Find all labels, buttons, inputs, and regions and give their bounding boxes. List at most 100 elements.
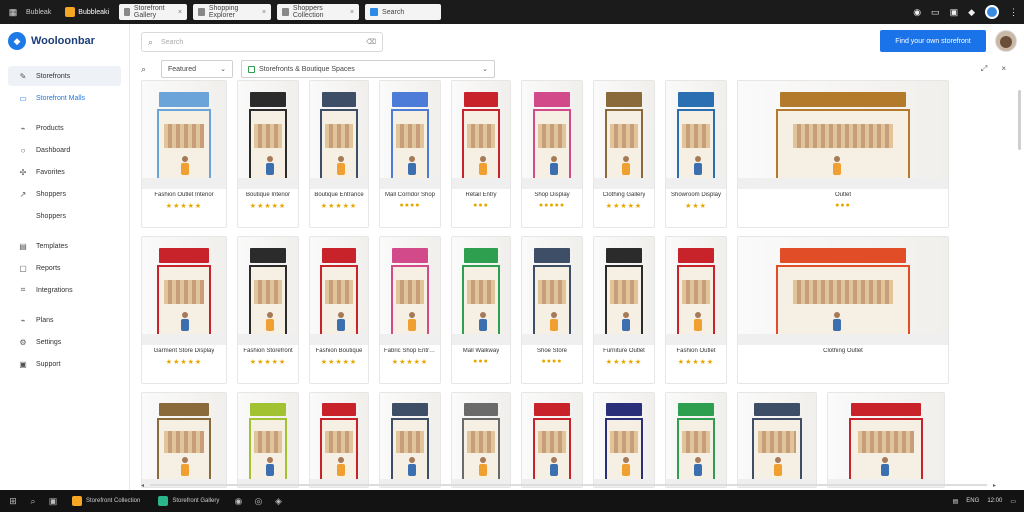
storefront-thumbnail bbox=[738, 393, 816, 487]
sidebar-item-favorites[interactable]: ✣ Favorites bbox=[8, 162, 121, 182]
card-caption: Shoe Store ●●●● bbox=[522, 345, 582, 383]
card-rating: ★★★★★ bbox=[605, 359, 643, 366]
card-rating: ●●● bbox=[473, 202, 489, 209]
network-icon[interactable]: ▤ bbox=[953, 498, 959, 505]
storefront-card[interactable]: Boutique Interior ★★★★★ bbox=[237, 80, 299, 228]
storefront-card[interactable] bbox=[593, 392, 655, 488]
scroll-left-icon[interactable]: ◂ bbox=[141, 482, 144, 489]
tray-lang[interactable]: ENG bbox=[966, 498, 979, 504]
clear-icon[interactable]: ⌫ bbox=[366, 38, 376, 46]
card-caption: Garment Store Display ★★★★★ bbox=[142, 345, 226, 383]
storefront-card[interactable] bbox=[141, 392, 227, 488]
sidebar-item-support[interactable]: ▣ Support bbox=[8, 354, 121, 374]
sidebar-item-templates[interactable]: ▤ Templates bbox=[8, 236, 121, 256]
storefront-card[interactable] bbox=[665, 392, 727, 488]
taskbar-app-2[interactable]: Storefront Gallery bbox=[154, 493, 223, 509]
sidebar-item-dashboard[interactable]: ○ Dashboard bbox=[8, 140, 121, 160]
close-icon[interactable]: × bbox=[350, 9, 354, 16]
page-icon bbox=[282, 8, 289, 16]
storefront-card[interactable]: Clothing Gallery ★★★★★ bbox=[593, 80, 655, 228]
storefront-card[interactable] bbox=[309, 392, 369, 488]
storefront-thumbnail bbox=[310, 237, 368, 345]
vertical-scrollbar[interactable] bbox=[1018, 90, 1021, 150]
chrome-icon[interactable]: ◎ bbox=[253, 496, 263, 506]
discord-icon[interactable]: ◈ bbox=[273, 496, 283, 506]
edge-icon[interactable]: ◉ bbox=[233, 496, 243, 506]
storefront-card[interactable]: Retail Entry ●●● bbox=[451, 80, 511, 228]
storefront-card[interactable] bbox=[827, 392, 945, 488]
card-caption: Boutique Interior ★★★★★ bbox=[238, 189, 298, 227]
search-icon: ⌕ bbox=[148, 36, 154, 47]
find-storefront-button[interactable]: Find your own storefront bbox=[880, 30, 986, 52]
storefront-card[interactable] bbox=[521, 392, 583, 488]
search-icon[interactable]: ⌕ bbox=[28, 496, 38, 506]
storefront-card[interactable]: Mall Corridor Shop ●●●● bbox=[379, 80, 441, 228]
storefront-card[interactable]: Shoe Store ●●●● bbox=[521, 236, 583, 384]
github-icon[interactable]: ◉ bbox=[913, 7, 921, 18]
close-icon[interactable]: × bbox=[262, 9, 266, 16]
storefront-grid: Fashion Outlet Interior ★★★★★ Boutique Int… bbox=[141, 80, 1007, 488]
chat-icon[interactable]: ▣ bbox=[950, 7, 959, 18]
taskbar-app-1[interactable]: Storefront Collection bbox=[68, 493, 144, 509]
category-select[interactable]: Storefronts & Boutique Spaces ⌄ bbox=[241, 60, 495, 78]
circle-icon: ○ bbox=[20, 145, 26, 155]
tray-time[interactable]: 12:00 bbox=[987, 498, 1002, 504]
sidebar-item-shoppers[interactable]: ↗ Shoppers bbox=[8, 184, 121, 204]
file-explorer-icon[interactable]: ▣ bbox=[48, 496, 58, 506]
storefront-card[interactable]: Garment Store Display ★★★★★ bbox=[141, 236, 227, 384]
grid-icon[interactable]: ▦ bbox=[6, 5, 20, 19]
user-avatar-small[interactable] bbox=[985, 5, 999, 19]
start-icon[interactable]: ⊞ bbox=[8, 496, 18, 506]
search-box[interactable]: ⌕ Search ⌫ bbox=[141, 32, 383, 52]
expand-icon[interactable]: ⤢ bbox=[981, 64, 987, 74]
sidebar-item-integrations[interactable]: ⌗ Integrations bbox=[8, 280, 121, 300]
sort-select[interactable]: Featured ⌄ bbox=[161, 60, 233, 78]
sidebar-item-shoppers-sub[interactable]: Shoppers bbox=[8, 206, 121, 226]
storefront-card[interactable]: Furniture Outlet ★★★★★ bbox=[593, 236, 655, 384]
window-icon[interactable]: ▭ bbox=[931, 7, 940, 18]
storefront-card[interactable] bbox=[237, 392, 299, 488]
card-rating: ●●● bbox=[835, 202, 851, 209]
storefront-card[interactable] bbox=[737, 392, 817, 488]
signal-icon[interactable]: ◆ bbox=[968, 7, 975, 18]
storefront-card[interactable] bbox=[379, 392, 441, 488]
card-caption: Outlet ●●● bbox=[738, 189, 948, 227]
sidebar-item-settings[interactable]: ⚙ Settings bbox=[8, 332, 121, 352]
tab-storefront-gallery[interactable]: Storefront Gallery × bbox=[119, 4, 188, 20]
storefront-thumbnail bbox=[142, 237, 226, 345]
tag-icon bbox=[248, 65, 255, 73]
tab-search[interactable]: Search bbox=[365, 4, 442, 20]
storefront-card[interactable]: Clothing Outlet bbox=[737, 236, 949, 384]
horizontal-scrollbar[interactable]: ◂ ▸ bbox=[141, 482, 996, 489]
storefront-card[interactable]: Fashion Storefront ★★★★★ bbox=[237, 236, 299, 384]
notification-icon[interactable]: ▭ bbox=[1010, 498, 1016, 505]
more-icon[interactable]: ⋮ bbox=[1009, 7, 1018, 18]
lock-icon: ▣ bbox=[19, 359, 27, 369]
storefront-card[interactable] bbox=[451, 392, 511, 488]
card-caption: Clothing Gallery ★★★★★ bbox=[594, 189, 654, 227]
storefront-card[interactable]: Fashion Boutique ★★★★★ bbox=[309, 236, 369, 384]
scroll-right-icon[interactable]: ▸ bbox=[993, 482, 996, 489]
storefront-card[interactable]: Showroom Display ★★★ bbox=[665, 80, 727, 228]
sidebar-item-reports[interactable]: ▢ Reports bbox=[8, 258, 121, 278]
sidebar-item-storefront-malls[interactable]: ▭ Storefront Malls bbox=[8, 88, 121, 108]
card-title: Fabric Shop Entrance bbox=[384, 348, 436, 354]
sidebar-item-storefronts[interactable]: ✎ Storefronts bbox=[8, 66, 121, 86]
close-icon[interactable]: × bbox=[178, 9, 182, 16]
storefront-card[interactable]: Fashion Outlet ★★★★★ bbox=[665, 236, 727, 384]
storefront-card[interactable]: Boutique Entrance ★★★★★ bbox=[309, 80, 369, 228]
user-avatar[interactable] bbox=[995, 30, 1017, 52]
storefront-card[interactable]: Outlet ●●● bbox=[737, 80, 949, 228]
storefront-card[interactable]: Shop Display ●●●●● bbox=[521, 80, 583, 228]
tab-shoppers-collection[interactable]: Shoppers Collection × bbox=[277, 4, 360, 20]
brand-badge[interactable]: Bubbleaki bbox=[65, 4, 109, 20]
storefront-card[interactable]: Fashion Outlet Interior ★★★★★ bbox=[141, 80, 227, 228]
tab-shopping-explorer[interactable]: Shopping Explorer × bbox=[193, 4, 272, 20]
sidebar-item-products[interactable]: ⌁ Products bbox=[8, 118, 121, 138]
storefront-card[interactable]: Fabric Shop Entrance ★★★★★ bbox=[379, 236, 441, 384]
logo[interactable]: ◆ Wooloonbar bbox=[0, 24, 129, 58]
sidebar-item-plans[interactable]: ⌁ Plans bbox=[8, 310, 121, 330]
search-placeholder[interactable]: Search bbox=[161, 39, 183, 46]
storefront-card[interactable]: Mall Walkway ●●● bbox=[451, 236, 511, 384]
close-icon[interactable]: × bbox=[1001, 64, 1006, 74]
